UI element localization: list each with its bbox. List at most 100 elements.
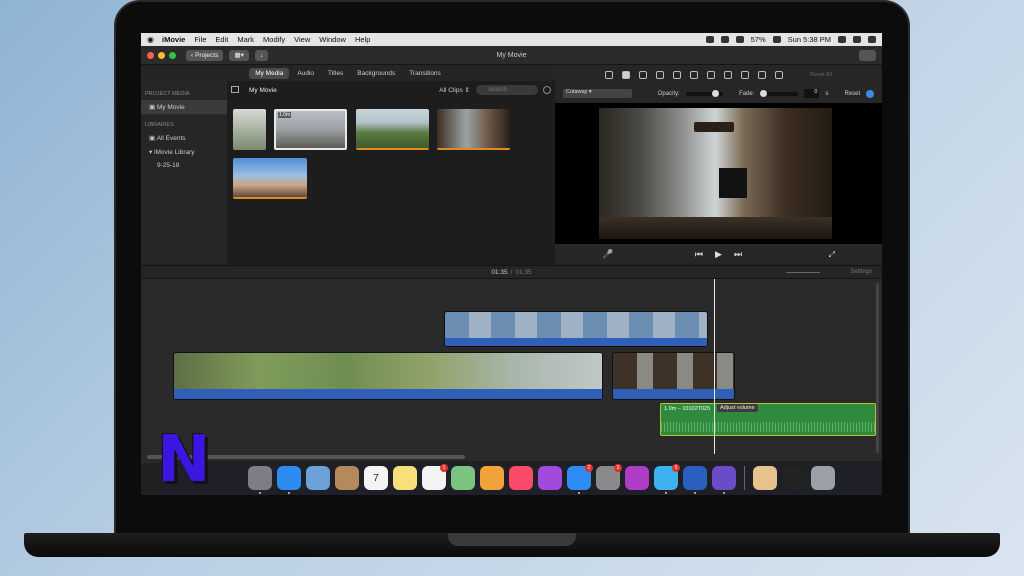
reminders-icon[interactable]: 1 (422, 464, 448, 490)
sidebar-item-event[interactable]: 9-25-18 (141, 159, 227, 172)
timeline-settings-button[interactable]: Settings (850, 269, 872, 275)
microphone-icon[interactable]: 🎤 (602, 249, 613, 260)
battery-icon[interactable] (772, 36, 781, 43)
toggle-sidebar-icon[interactable] (231, 86, 239, 93)
safari-icon[interactable] (277, 466, 301, 494)
speed-icon[interactable] (741, 70, 750, 79)
timeline-vertical-scrollbar[interactable] (876, 283, 879, 453)
minimize-window-icon[interactable] (158, 51, 165, 59)
volume-icon[interactable] (707, 70, 716, 79)
spotlight-icon[interactable] (838, 36, 846, 43)
skip-forward-icon[interactable]: ⏭ (734, 249, 742, 260)
sidebar-item-all-events[interactable]: ▣ All Events (141, 131, 227, 145)
feedback-icon[interactable] (625, 466, 649, 490)
reset-button[interactable]: Reset (844, 91, 860, 97)
info-icon[interactable] (775, 70, 784, 79)
video-viewer[interactable] (555, 103, 882, 244)
screenshot-icon[interactable] (782, 466, 806, 490)
overlay-style-label: Cutaway (566, 89, 588, 95)
media-clip[interactable] (356, 109, 429, 150)
media-clip[interactable] (233, 109, 266, 150)
media-clip[interactable] (233, 158, 307, 199)
contacts-icon[interactable] (335, 466, 359, 490)
running-indicator (259, 492, 261, 494)
menu-window[interactable]: Window (319, 35, 346, 44)
tab-audio[interactable]: Audio (291, 68, 320, 79)
skip-back-icon[interactable]: ⏮ (695, 249, 703, 260)
close-window-icon[interactable] (147, 51, 154, 59)
menu-mark[interactable]: Mark (237, 35, 254, 44)
menu-modify[interactable]: Modify (263, 35, 285, 44)
menu-imovie[interactable]: iMovie (162, 35, 185, 44)
trash-icon[interactable] (811, 466, 835, 490)
apple-icon[interactable]: ◉ (147, 35, 154, 44)
tab-backgrounds[interactable]: Backgrounds (351, 68, 401, 79)
menu-help[interactable]: Help (355, 35, 370, 44)
noise-reduction-icon[interactable] (724, 70, 733, 79)
filter-icon[interactable] (758, 70, 767, 79)
podcasts-icon[interactable] (538, 466, 562, 490)
primary-clip[interactable] (173, 352, 603, 400)
battery-percent[interactable]: 57% (751, 35, 766, 44)
siri-icon[interactable] (853, 36, 861, 43)
color-balance-icon[interactable] (639, 70, 648, 79)
primary-clip[interactable] (612, 352, 735, 400)
tab-transitions[interactable]: Transitions (403, 68, 447, 79)
sidebar-item-imovie-library[interactable]: ▾ iMovie Library (141, 145, 227, 159)
fullscreen-icon[interactable]: ⤢ (829, 250, 835, 260)
media-clip[interactable] (437, 109, 510, 150)
downloads-icon[interactable] (753, 466, 777, 490)
connected-clip[interactable] (444, 311, 708, 347)
opacity-slider-knob[interactable] (711, 89, 719, 97)
maps-icon[interactable] (451, 466, 475, 490)
app-store-icon[interactable]: 2 (567, 464, 593, 494)
projects-button[interactable]: ‹ Projects (186, 49, 224, 61)
sidebar-item-my-movie[interactable]: ▣ My Movie (141, 100, 227, 114)
color-correction-icon[interactable] (656, 70, 665, 79)
tab-titles[interactable]: Titles (322, 68, 349, 79)
background-music-clip[interactable]: 1.0m – 10102T025 (660, 403, 876, 436)
clock[interactable]: Sun 5:38 PM (788, 35, 831, 44)
preview-icon[interactable] (306, 466, 330, 490)
video-overlay-icon[interactable] (622, 70, 631, 79)
airplay-icon[interactable] (720, 36, 729, 43)
import-icon[interactable]: ↓ (254, 49, 269, 61)
music-icon[interactable] (509, 466, 533, 490)
apply-check-icon[interactable] (866, 89, 874, 98)
fullscreen-window-icon[interactable] (169, 51, 176, 59)
word-icon[interactable] (683, 466, 707, 494)
wifi-icon[interactable] (735, 36, 744, 43)
magic-wand-icon[interactable] (605, 70, 614, 79)
opacity-slider[interactable] (685, 89, 724, 97)
gear-icon[interactable] (543, 86, 551, 94)
menu-view[interactable]: View (294, 35, 310, 44)
menu-file[interactable]: File (194, 35, 206, 44)
tab-my-media[interactable]: My Media (249, 67, 290, 79)
photos-icon[interactable] (480, 466, 504, 490)
menu-edit[interactable]: Edit (215, 35, 228, 44)
stabilization-icon[interactable] (690, 70, 699, 79)
fade-slider[interactable] (760, 89, 798, 97)
notification-center-icon[interactable] (868, 36, 876, 43)
share-icon[interactable] (859, 50, 876, 61)
system-preferences-icon[interactable]: 3 (596, 464, 622, 490)
timeline[interactable]: 1.0m – 10102T025 Adjust volume (141, 279, 882, 463)
timeline-zoom-slider[interactable] (786, 272, 820, 273)
calendar-icon[interactable]: 7 (364, 466, 388, 490)
search-input[interactable] (476, 85, 538, 95)
fade-value-field[interactable]: 0 (803, 89, 820, 98)
import-view-icon[interactable]: ▦▾ (229, 49, 249, 61)
launchpad-icon[interactable] (248, 466, 272, 494)
cloud-icon[interactable] (705, 36, 714, 43)
overlay-style-select[interactable]: Cutaway ▾ (563, 89, 632, 98)
media-clip[interactable]: 1.0m (274, 109, 347, 150)
play-icon[interactable]: ▶ (715, 249, 722, 260)
clip-filter-select[interactable]: All Clips ⇕ (439, 86, 470, 94)
crop-icon[interactable] (673, 70, 682, 79)
playhead[interactable] (714, 279, 715, 454)
imovie-icon[interactable] (712, 466, 736, 494)
notes-icon[interactable] (393, 466, 417, 490)
reset-all-button[interactable]: Reset All (810, 72, 832, 78)
fade-slider-knob[interactable] (760, 89, 768, 97)
messages-icon[interactable]: 5 (654, 464, 680, 494)
